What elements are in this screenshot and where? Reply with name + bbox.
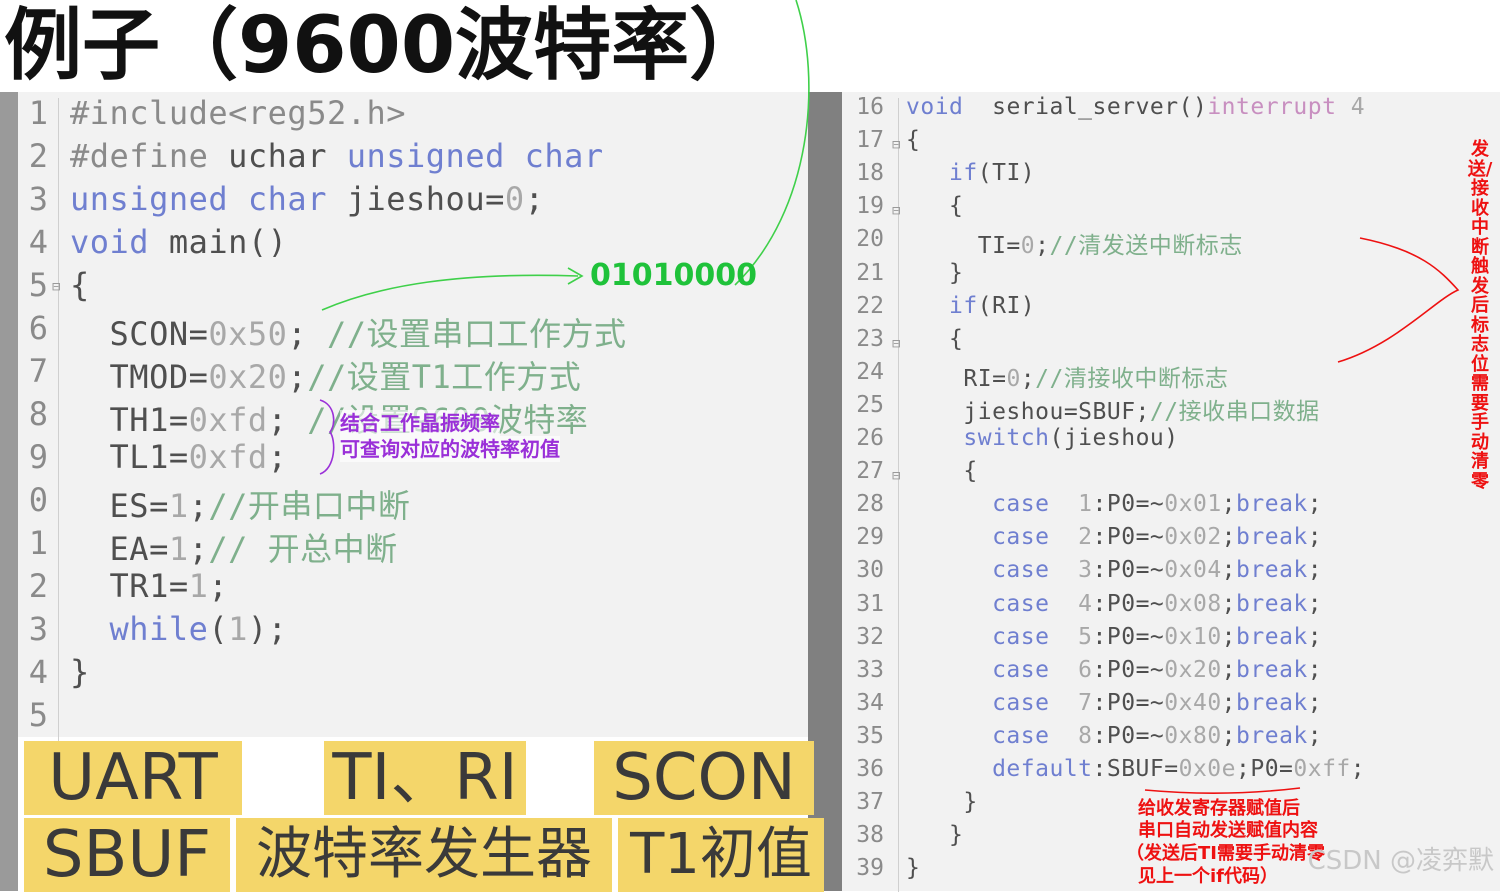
red-underline (1144, 787, 1301, 794)
flag-clear-note: 发送/接收中断触发后标志位需要手动清零 (1467, 139, 1493, 492)
crystal-note-line1: 结合工作晶振频率 (340, 410, 500, 436)
sbuf-note-line3: （发送后TI需要手动清零 (1126, 843, 1325, 864)
sbuf-note-line2: 串口自动发送赋值内容 (1138, 820, 1318, 841)
purple-brace (319, 399, 335, 475)
sbuf-note-line4: 见上一个if代码） (1138, 866, 1279, 887)
sbuf-note-line1: 给收发寄存器赋值后 (1138, 798, 1300, 819)
watermark: CSDN @凌弈默 (1307, 846, 1494, 876)
green-curve (734, 0, 810, 286)
green-arrow-line (321, 274, 579, 311)
crystal-note-line2: 可查询对应的波特率初值 (340, 436, 560, 462)
annotation-strokes (319, 0, 1460, 794)
red-brace (1337, 237, 1460, 363)
binary-annotation: 01010000 (590, 258, 757, 293)
